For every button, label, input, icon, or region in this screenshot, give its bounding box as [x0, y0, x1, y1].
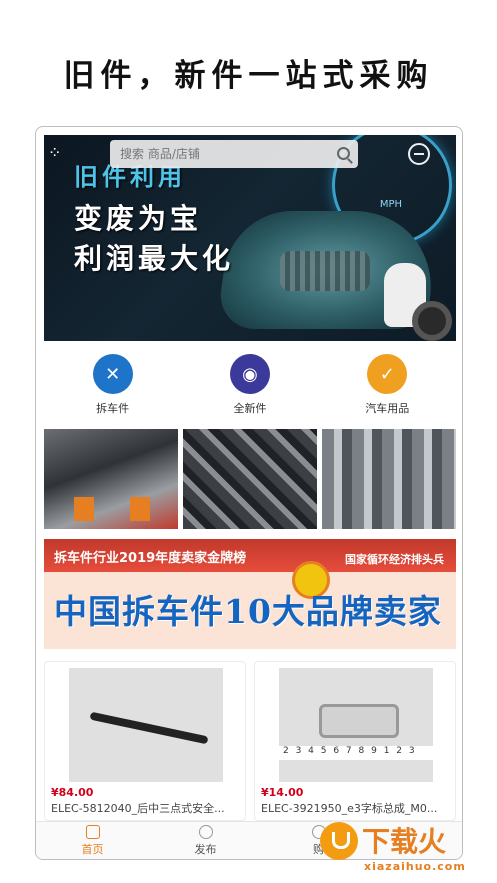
photo-car-doors[interactable]	[322, 429, 456, 529]
category-label: 拆车件	[96, 402, 130, 415]
tab-label: 发布	[194, 842, 217, 856]
watermark-subtitle: xiazaihuo.com	[364, 860, 466, 873]
engine-graphic	[280, 251, 370, 291]
product-price: ¥84.00	[51, 786, 94, 799]
product-name: ELEC-5812040_后中三点式安全...	[51, 802, 225, 815]
orange-stand	[74, 497, 94, 521]
gauge-text: MPH	[379, 199, 402, 210]
steering-wheel-icon: ◉	[229, 354, 270, 394]
seatbelt-part	[89, 711, 209, 745]
product-image	[69, 668, 223, 782]
app-screen: MPH ⁘ 旧件利用 变废为宝 利润最大化 ✕ 拆车件 ◉ 全新件	[35, 126, 463, 860]
wrench-tools-icon: ✕	[92, 354, 133, 394]
photo-car-front[interactable]	[44, 429, 178, 529]
tab-publish[interactable]: 发布	[149, 822, 262, 859]
promo-right-text: 国家循环经济排头兵	[345, 553, 444, 566]
product-card[interactable]: 2 3 4 5 6 7 8 9 1 2 3 ¥14.00 ELEC-392195…	[254, 661, 456, 821]
search-bar[interactable]	[110, 140, 358, 168]
category-car-supplies[interactable]: ✓ 汽车用品	[337, 354, 437, 416]
product-grid: ¥84.00 ELEC-5812040_后中三点式安全... 2 3 4 5 6…	[44, 661, 456, 821]
category-nav: ✕ 拆车件 ◉ 全新件 ✓ 汽车用品	[44, 341, 456, 429]
photo-headlights[interactable]	[183, 429, 317, 529]
product-price: ¥14.00	[261, 786, 304, 799]
home-icon	[85, 824, 100, 839]
photo-strip	[44, 429, 456, 529]
plus-circle-icon	[198, 824, 213, 839]
tyre-graphic	[412, 301, 452, 341]
promo-top-text: 拆车件行业2019年度卖家金牌榜	[54, 551, 247, 566]
category-dismantled-parts[interactable]: ✕ 拆车件	[63, 354, 163, 416]
scan-icon[interactable]: ⁘	[48, 143, 61, 162]
category-label: 汽车用品	[365, 402, 410, 415]
product-card[interactable]: ¥84.00 ELEC-5812040_后中三点式安全...	[44, 661, 246, 821]
hero-banner[interactable]: MPH ⁘ 旧件利用 变废为宝 利润最大化	[44, 135, 456, 341]
tab-label: 首页	[81, 842, 104, 856]
emblem-part	[319, 704, 399, 738]
message-icon[interactable]	[408, 143, 430, 165]
category-new-parts[interactable]: ◉ 全新件	[200, 354, 300, 416]
watermark: 下载火 xiazaihuo.com	[318, 818, 494, 880]
page-headline: 旧件，新件一站式采购	[63, 58, 434, 94]
search-input[interactable]	[110, 140, 320, 168]
banner-line-2: 变废为宝	[74, 202, 203, 235]
search-icon[interactable]	[337, 147, 350, 160]
orange-stand	[130, 497, 150, 521]
watermark-logo-icon	[320, 822, 358, 860]
banner-line-3: 利润最大化	[74, 242, 235, 275]
tab-home[interactable]: 首页	[36, 822, 149, 859]
car-supplies-icon: ✓	[367, 354, 408, 394]
app-content: MPH ⁘ 旧件利用 变废为宝 利润最大化 ✕ 拆车件 ◉ 全新件	[44, 135, 456, 821]
product-image: 2 3 4 5 6 7 8 9 1 2 3	[279, 668, 433, 782]
category-label: 全新件	[233, 402, 267, 415]
ruler-label: 2 3 4 5 6 7 8 9 1 2 3	[279, 746, 433, 760]
watermark-title: 下载火	[362, 825, 447, 858]
promo-banner[interactable]: 拆车件行业2019年度卖家金牌榜 国家循环经济排头兵 中国拆车件10大品牌卖家	[44, 539, 456, 649]
promo-main-text: 中国拆车件10大品牌卖家	[54, 592, 442, 631]
product-name: ELEC-3921950_e3字标总成_M0...	[261, 802, 438, 815]
